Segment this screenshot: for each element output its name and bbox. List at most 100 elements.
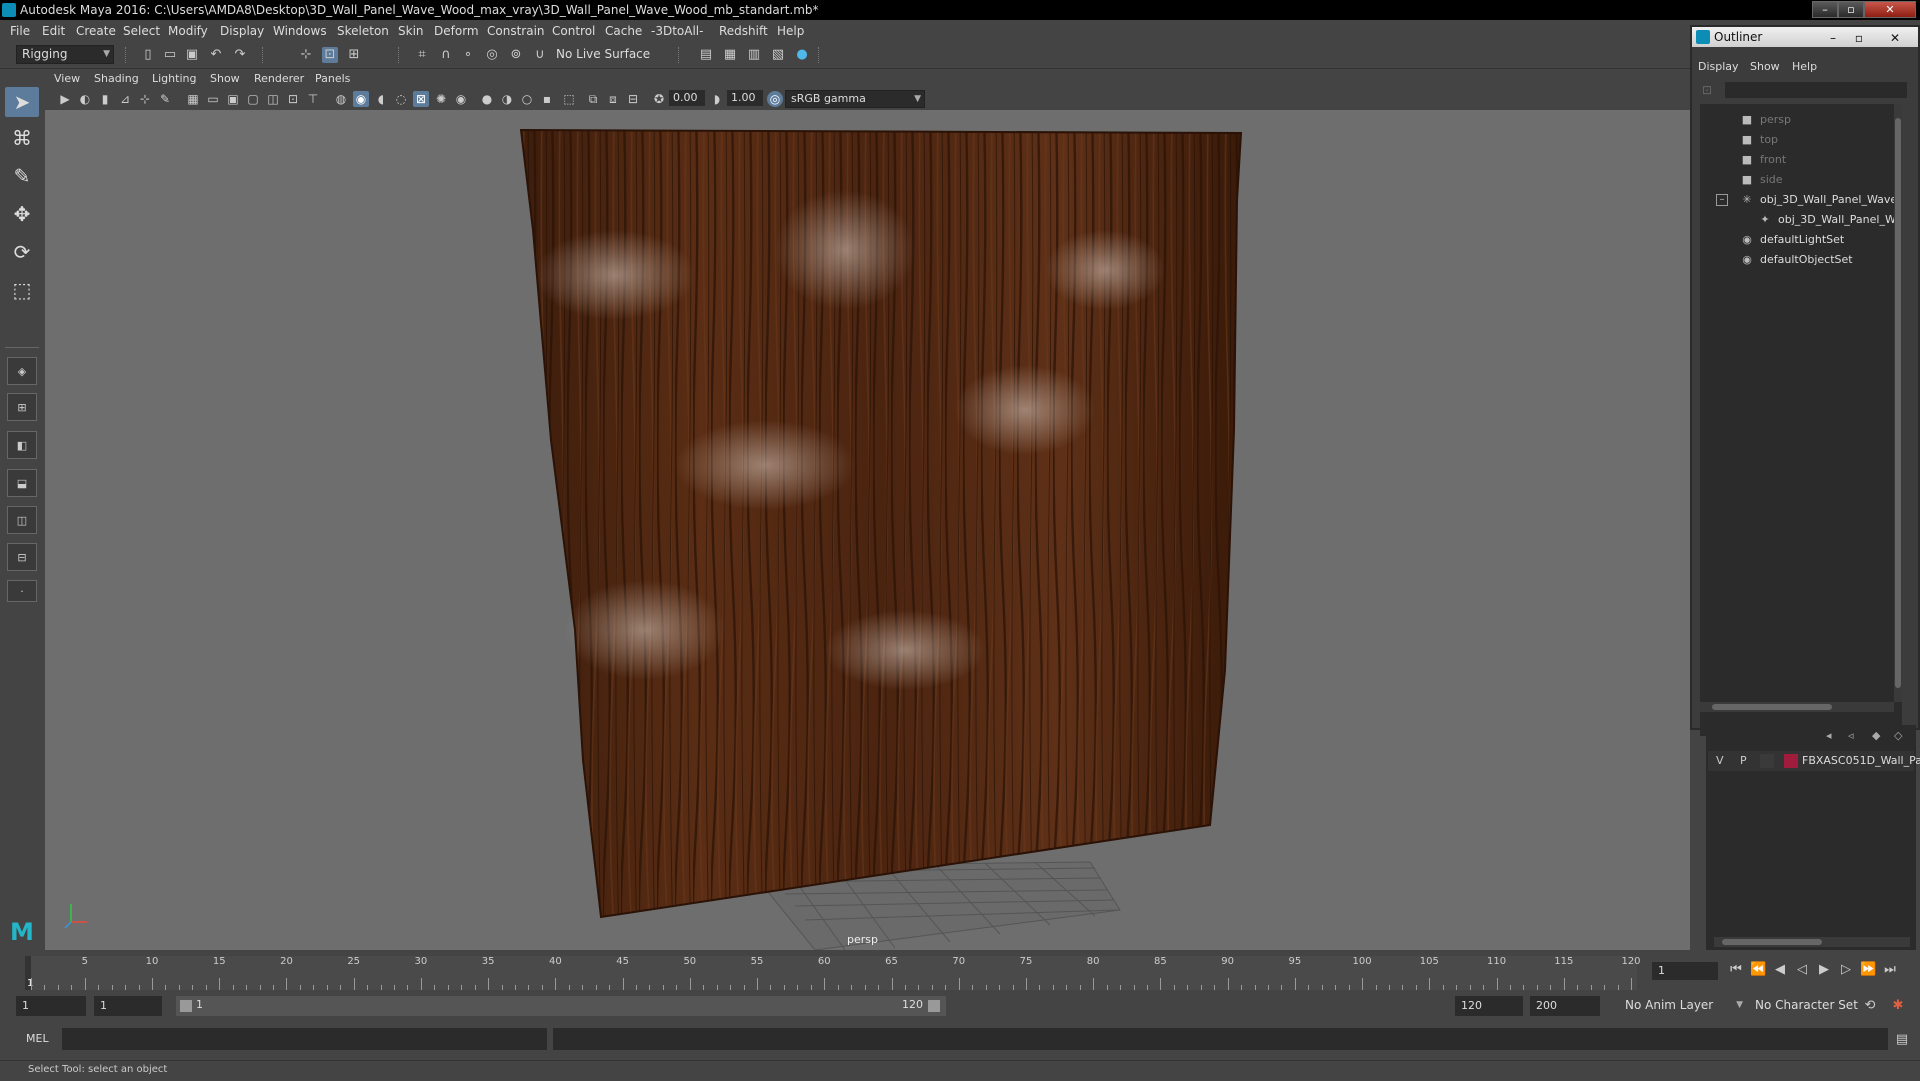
render-settings-icon[interactable]: ▤ [698,47,714,63]
menu-edit[interactable]: Edit [42,21,65,42]
filter-icon[interactable]: ⊡ [1702,83,1712,97]
playback-start-field[interactable]: 1 [94,996,162,1016]
lights-icon[interactable]: ✺ [433,91,449,107]
script-editor-icon[interactable]: ▤ [1894,1032,1910,1048]
snap-point-icon[interactable]: ∘ [460,47,476,63]
viewport-menu-panels[interactable]: Panels [315,70,350,88]
gamma-icon[interactable]: ◗ [709,91,725,107]
outliner-item-top[interactable]: ■ top [1700,130,1902,150]
save-scene-icon[interactable]: ▣ [184,47,200,63]
anim-layer-dropdown[interactable]: No Anim Layer ▼ [1620,996,1746,1016]
new-scene-icon[interactable]: ▯ [140,47,156,63]
current-frame-field[interactable]: 1 [1652,962,1718,980]
textured-icon[interactable]: ⊠ [413,91,429,107]
wireframe-shade-icon[interactable]: ◍ [333,91,349,107]
select-component-icon[interactable]: ⊞ [346,47,362,63]
shadows-icon[interactable]: ◉ [453,91,469,107]
layout-shortcut-icon[interactable]: · [7,580,37,602]
exposure-field[interactable]: 0.00 [669,90,705,106]
bookmark-icon[interactable]: ▮ [97,91,113,107]
time-slider[interactable]: 1 5 10 15 20 25 30 35 40 45 50 55 60 65 70 75 80 85 90 95 1… [0,950,1920,990]
close-button[interactable]: ✕ [1864,1,1916,18]
film-gate-icon[interactable]: ▣ [225,91,241,107]
redo-icon[interactable]: ↷ [232,47,248,63]
anti-aliasing-icon[interactable]: ○ [519,91,535,107]
motion-blur-icon[interactable]: ◑ [499,91,515,107]
menu-modify[interactable]: Modify [168,21,208,42]
xray-joints-icon[interactable]: ⧉ [585,91,601,107]
scrollbar-thumb[interactable] [1722,939,1822,945]
persp-graph-layout-icon[interactable]: ⬓ [7,469,37,497]
menu-windows[interactable]: Windows [273,21,327,42]
camera-attributes-icon[interactable]: ◐ [77,91,93,107]
undo-icon[interactable]: ↶ [208,47,224,63]
step-forward-frame-icon[interactable]: ▷ [1838,962,1854,978]
menu-display[interactable]: Display [220,21,264,42]
hypershade-icon[interactable]: ● [794,47,810,63]
persp-uv-layout-icon[interactable]: ⊟ [7,543,37,571]
new-layer-selected-icon[interactable]: ◇ [1894,729,1902,742]
resolution-gate-icon[interactable]: ▢ [245,91,261,107]
render-frame-icon[interactable]: ▦ [722,47,738,63]
rotate-tool-icon[interactable]: ⟳ [5,237,39,267]
auto-key-icon[interactable]: ⟲ [1862,998,1878,1014]
new-layer-icon[interactable]: ◆ [1872,729,1880,742]
paint-select-tool-icon[interactable]: ✎ [5,161,39,191]
move-layer-down-icon[interactable]: ◃ [1848,729,1854,742]
go-to-end-icon[interactable]: ⏭ [1882,962,1898,978]
persp-outliner-layout-icon[interactable]: ◧ [7,431,37,459]
step-forward-key-icon[interactable]: ⏩ [1860,962,1876,978]
step-back-key-icon[interactable]: ⏪ [1750,962,1766,978]
scrollbar-thumb[interactable] [1895,118,1901,688]
snap-curve-icon[interactable]: ∩ [438,47,454,63]
image-plane-icon[interactable]: ⊿ [117,91,133,107]
command-input[interactable] [62,1028,547,1050]
command-language-label[interactable]: MEL [26,1032,49,1045]
outliner-item-mesh[interactable]: ✦ obj_3D_Wall_Panel_W [1700,210,1902,230]
smooth-shade-all-icon[interactable]: ◉ [353,91,369,107]
smooth-shade-icon[interactable]: ▭ [205,91,221,107]
select-camera-icon[interactable]: ▶ [57,91,73,107]
perspective-viewport[interactable]: persp [45,110,1690,950]
menu-select[interactable]: Select [123,21,160,42]
single-perspective-layout-icon[interactable]: ◈ [7,357,37,385]
menu-help[interactable]: Help [777,21,804,42]
lasso-tool-icon[interactable]: ⌘ [5,123,39,153]
live-surface-label[interactable]: No Live Surface [556,47,650,61]
snap-view-plane-icon[interactable]: ◎ [484,47,500,63]
viewport-menu-show[interactable]: Show [210,70,240,88]
outliner-item-default-object-set[interactable]: ◉ defaultObjectSet [1700,250,1902,270]
menu-constrain[interactable]: Constrain [487,21,545,42]
outliner-maximize-button[interactable]: ▫ [1848,28,1870,48]
xray-icon[interactable]: ◌ [393,91,409,107]
render-view-icon[interactable]: ▧ [770,47,786,63]
outliner-item-group[interactable]: – ✳ obj_3D_Wall_Panel_Wave_ [1700,190,1902,210]
color-management-icon[interactable]: ◎ [767,91,783,107]
collapse-icon[interactable]: – [1716,194,1728,206]
scrollbar-thumb[interactable] [1712,704,1832,710]
move-tool-icon[interactable]: ✥ [5,199,39,229]
gamma-field[interactable]: 1.00 [727,90,763,106]
step-back-frame-icon[interactable]: ◀ [1772,962,1788,978]
restore-button[interactable]: ▫ [1838,1,1864,18]
animation-end-field[interactable]: 200 [1530,996,1600,1016]
menu-control[interactable]: Control [552,21,595,42]
outliner-menu-show[interactable]: Show [1750,58,1780,76]
play-backward-icon[interactable]: ◁ [1794,962,1810,978]
menu-skeleton[interactable]: Skeleton [337,21,389,42]
four-view-layout-icon[interactable]: ⊞ [7,393,37,421]
gate-mask-icon[interactable]: ◫ [265,91,281,107]
grid-icon[interactable]: ⊹ [137,91,153,107]
open-scene-icon[interactable]: ▭ [162,47,178,63]
select-tool-icon[interactable]: ➤ [5,87,39,117]
hypershade-layout-icon[interactable]: ◫ [7,506,37,534]
character-set-dropdown[interactable]: No Character Set [1750,996,1870,1016]
layer-display-type[interactable] [1760,754,1774,768]
outliner-item-front[interactable]: ■ front [1700,150,1902,170]
time-ruler[interactable]: 1 51015202530354045505560657075808590951… [25,956,1641,990]
range-slider[interactable]: 1 120 [176,996,946,1016]
view-transform-dropdown[interactable]: sRGB gamma ▼ [785,90,925,108]
select-object-icon[interactable]: ⊡ [322,47,338,63]
field-chart-icon[interactable]: ⊡ [285,91,301,107]
select-hierarchy-icon[interactable]: ⊹ [298,47,314,63]
